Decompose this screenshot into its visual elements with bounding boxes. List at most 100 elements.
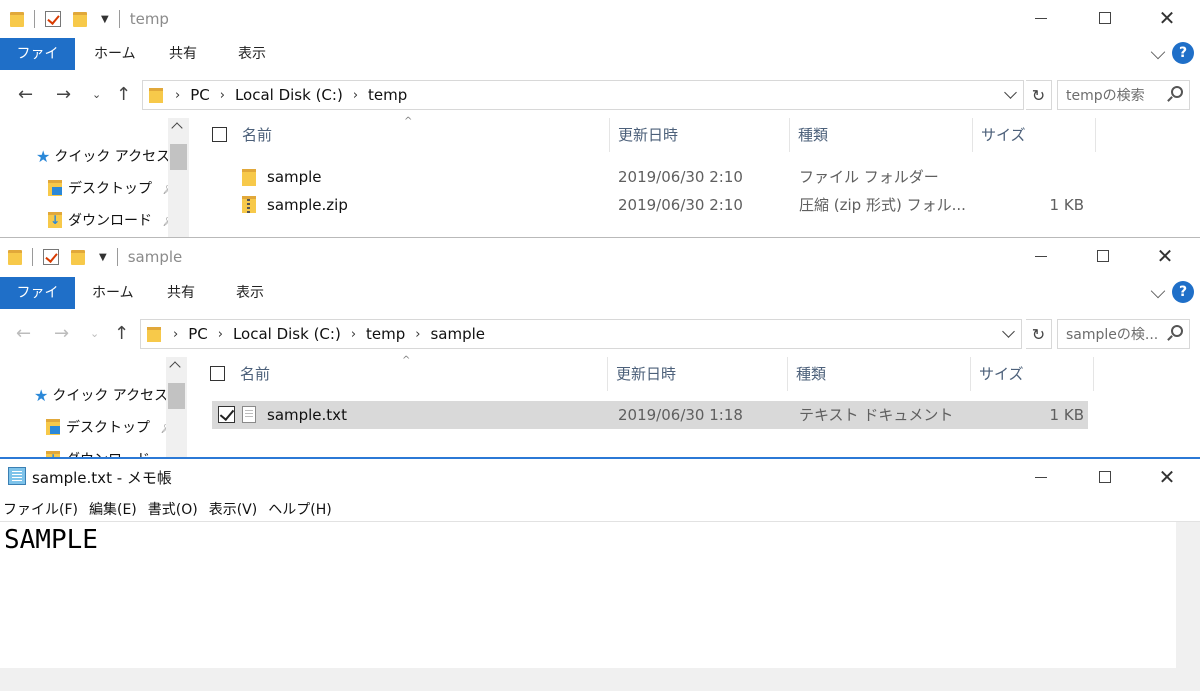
menu-edit[interactable]: 編集(E) xyxy=(89,499,137,521)
refresh-button[interactable]: ↻ xyxy=(1026,319,1052,349)
star-icon: ★ xyxy=(34,385,49,405)
file-row-selected[interactable]: sample.txt 2019/06/30 1:18 テキスト ドキュメント 1… xyxy=(212,401,1088,429)
minimize-button[interactable] xyxy=(1010,0,1072,36)
breadcrumb-temp[interactable]: temp xyxy=(368,86,407,104)
address-bar[interactable]: › PC › Local Disk (C:) › temp xyxy=(142,80,1024,110)
tab-home[interactable]: ホーム xyxy=(80,38,150,70)
menu-view[interactable]: 表示(V) xyxy=(209,499,258,521)
breadcrumb-local-disk[interactable]: Local Disk (C:) xyxy=(235,86,343,104)
vertical-scrollbar[interactable] xyxy=(1176,522,1200,668)
title-bar: sample.txt - メモ帳 ✕ xyxy=(0,459,1200,495)
minimize-button[interactable] xyxy=(1010,459,1072,495)
menu-file[interactable]: ファイル(F) xyxy=(3,499,78,521)
ribbon-tabs: ファイル ホーム 共有 表示 ? xyxy=(0,277,1200,333)
chevron-right-icon[interactable]: › xyxy=(415,327,420,342)
scroll-up-icon[interactable] xyxy=(169,361,181,373)
column-size[interactable]: サイズ xyxy=(971,357,1094,391)
close-icon: ✕ xyxy=(1158,6,1176,30)
tab-home[interactable]: ホーム xyxy=(78,277,148,309)
column-type[interactable]: 種類 xyxy=(790,118,973,152)
tab-share[interactable]: 共有 xyxy=(155,38,211,70)
nav-scrollbar[interactable] xyxy=(166,357,187,457)
file-row[interactable]: sample.zip 2019/06/30 2:10 圧縮 (zip 形式) フ… xyxy=(212,191,1088,219)
breadcrumb-temp[interactable]: temp xyxy=(366,325,405,343)
up-icon[interactable]: ↑ xyxy=(114,323,129,344)
menu-format[interactable]: 書式(O) xyxy=(148,499,198,521)
breadcrumb-local-disk[interactable]: Local Disk (C:) xyxy=(233,325,341,343)
nav-scrollbar[interactable] xyxy=(168,118,189,237)
forward-icon[interactable]: → xyxy=(54,323,69,344)
editor-content[interactable]: SAMPLE xyxy=(4,525,98,555)
text-editor[interactable]: SAMPLE xyxy=(0,521,1200,691)
properties-icon[interactable] xyxy=(45,11,61,27)
nav-quick-access[interactable]: ★ クイック アクセス xyxy=(34,385,168,405)
column-date[interactable]: 更新日時 xyxy=(608,357,788,391)
search-input[interactable]: sampleの検... xyxy=(1057,319,1190,349)
folder-icon xyxy=(8,249,22,265)
address-dropdown-icon[interactable] xyxy=(1004,86,1017,99)
help-icon[interactable]: ? xyxy=(1172,281,1194,303)
customize-dropdown-icon[interactable]: ▼ xyxy=(99,252,107,263)
help-icon[interactable]: ? xyxy=(1172,42,1194,64)
nav-downloads[interactable]: ダウンロード xyxy=(46,449,150,457)
notepad-window: sample.txt - メモ帳 ✕ ファイル(F) 編集(E) 書式(O) 表… xyxy=(0,458,1200,691)
scroll-up-icon[interactable] xyxy=(171,122,183,134)
minimize-button[interactable] xyxy=(1010,238,1072,274)
new-folder-icon[interactable] xyxy=(71,249,85,265)
horizontal-scrollbar[interactable] xyxy=(0,668,1176,691)
customize-dropdown-icon[interactable]: ▼ xyxy=(101,14,109,25)
nav-desktop[interactable]: デスクトップ 📌︎ xyxy=(46,417,175,437)
recent-locations-icon[interactable]: ⌄ xyxy=(90,327,99,340)
tab-file[interactable]: ファイル xyxy=(0,38,75,94)
chevron-right-icon[interactable]: › xyxy=(220,88,225,103)
recent-locations-icon[interactable]: ⌄ xyxy=(92,88,101,101)
address-dropdown-icon[interactable] xyxy=(1002,325,1015,338)
forward-icon[interactable]: → xyxy=(56,84,71,105)
close-button[interactable]: ✕ xyxy=(1134,238,1196,274)
maximize-button[interactable] xyxy=(1074,0,1136,36)
chevron-right-icon[interactable]: › xyxy=(353,88,358,103)
column-type[interactable]: 種類 xyxy=(788,357,971,391)
breadcrumb-sample[interactable]: sample xyxy=(430,325,485,343)
nav-quick-access[interactable]: ★ クイック アクセス xyxy=(36,146,170,166)
breadcrumb-pc[interactable]: PC xyxy=(190,86,210,104)
chevron-right-icon[interactable]: › xyxy=(218,327,223,342)
close-button[interactable]: ✕ xyxy=(1136,459,1198,495)
column-date[interactable]: 更新日時 xyxy=(610,118,790,152)
maximize-button[interactable] xyxy=(1072,238,1134,274)
tab-file[interactable]: ファイル xyxy=(0,277,75,333)
file-row[interactable]: sample 2019/06/30 2:10 ファイル フォルダー xyxy=(212,163,1088,191)
tab-share[interactable]: 共有 xyxy=(153,277,209,309)
column-size[interactable]: サイズ xyxy=(973,118,1096,152)
maximize-button[interactable] xyxy=(1074,459,1136,495)
properties-icon[interactable] xyxy=(43,249,59,265)
new-folder-icon[interactable] xyxy=(73,11,87,27)
column-name[interactable]: 名前 xyxy=(234,118,610,152)
menu-help[interactable]: ヘルプ(H) xyxy=(268,499,331,521)
search-input[interactable]: tempの検索 xyxy=(1057,80,1190,110)
breadcrumb-pc[interactable]: PC xyxy=(188,325,208,343)
chevron-right-icon[interactable]: › xyxy=(175,88,180,103)
back-icon[interactable]: ← xyxy=(16,323,31,344)
tab-view[interactable]: 表示 xyxy=(224,38,280,70)
up-icon[interactable]: ↑ xyxy=(116,84,131,105)
expand-ribbon-icon[interactable] xyxy=(1150,44,1166,60)
select-all-checkbox[interactable] xyxy=(212,127,227,142)
row-checkbox[interactable] xyxy=(218,406,235,423)
select-all-checkbox[interactable] xyxy=(210,366,225,381)
back-icon[interactable]: ← xyxy=(18,84,33,105)
close-button[interactable]: ✕ xyxy=(1136,0,1198,36)
nav-downloads[interactable]: ダウンロード 📌︎ xyxy=(48,210,177,230)
column-name[interactable]: 名前 xyxy=(232,357,608,391)
address-bar[interactable]: › PC › Local Disk (C:) › temp › sample xyxy=(140,319,1022,349)
expand-ribbon-icon[interactable] xyxy=(1150,283,1166,299)
tab-view[interactable]: 表示 xyxy=(222,277,278,309)
close-icon: ✕ xyxy=(1158,465,1176,489)
chevron-right-icon[interactable]: › xyxy=(351,327,356,342)
file-date: 2019/06/30 1:18 xyxy=(618,406,743,424)
nav-desktop[interactable]: デスクトップ 📌︎ xyxy=(48,178,177,198)
scroll-thumb[interactable] xyxy=(170,144,187,170)
refresh-button[interactable]: ↻ xyxy=(1026,80,1052,110)
scroll-thumb[interactable] xyxy=(168,383,185,409)
chevron-right-icon[interactable]: › xyxy=(173,327,178,342)
